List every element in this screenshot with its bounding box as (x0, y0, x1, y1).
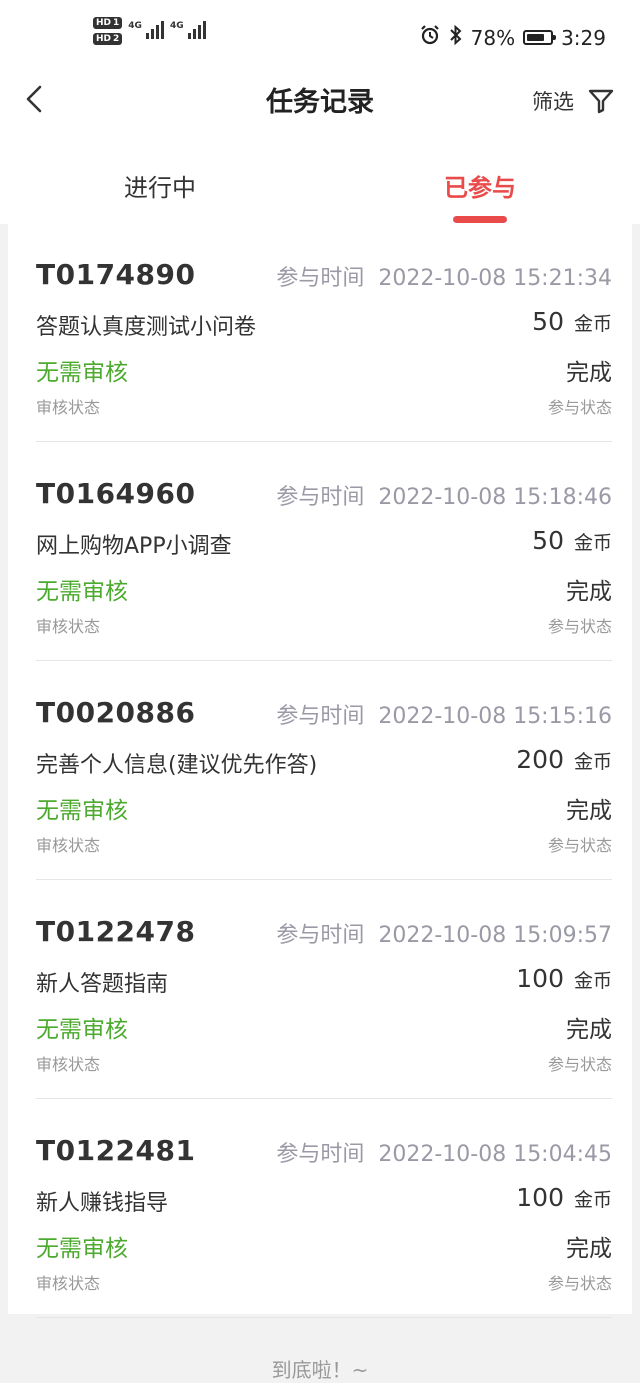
back-button[interactable] (22, 84, 50, 114)
task-id: T0122478 (36, 915, 196, 948)
participation-time: 参与时间 2022-10-08 15:21:34 (276, 266, 612, 291)
review-status-label: 审核状态 (36, 1055, 101, 1074)
task-id: T0164960 (36, 477, 196, 510)
participation-status-value: 完成 (566, 1017, 612, 1043)
review-status-label: 审核状态 (36, 398, 101, 417)
participation-time: 参与时间 2022-10-08 15:15:16 (276, 704, 612, 729)
review-status-value: 无需审核 (36, 798, 128, 824)
review-status-value: 无需审核 (36, 360, 128, 386)
task-title: 答题认真度测试小问卷 (36, 315, 257, 340)
review-status-label: 审核状态 (36, 617, 101, 636)
chevron-left-icon (26, 85, 42, 113)
reward: 200 金币 (516, 745, 612, 774)
review-status-value: 无需审核 (36, 1236, 128, 1262)
task-title: 完善个人信息(建议优先作答) (36, 753, 318, 778)
participation-status-value: 完成 (566, 798, 612, 824)
record-list[interactable]: T0174890 参与时间 2022-10-08 15:21:34 答题认真度测试… (8, 224, 632, 1318)
signal-icon-2: 4G (170, 21, 206, 39)
battery-icon (523, 30, 557, 45)
record-card[interactable]: T0122481 参与时间 2022-10-08 15:04:45 新人赚钱指导 … (36, 1100, 612, 1318)
hd-badge-1: HD 1 (93, 17, 123, 29)
filter-label: 筛选 (532, 90, 574, 114)
participation-status-label: 参与状态 (547, 836, 612, 855)
review-status-label: 审核状态 (36, 1274, 101, 1293)
record-card[interactable]: T0174890 参与时间 2022-10-08 15:21:34 答题认真度测试… (36, 224, 612, 442)
bluetooth-icon (449, 24, 463, 51)
participation-status-label: 参与状态 (547, 1055, 612, 1074)
reward: 50 金币 (532, 307, 612, 336)
filter-button[interactable]: 筛选 (532, 86, 614, 116)
divider (36, 441, 612, 442)
participation-time: 参与时间 2022-10-08 15:18:46 (276, 485, 612, 510)
participation-status-label: 参与状态 (547, 398, 612, 417)
review-status-value: 无需审核 (36, 1017, 128, 1043)
participation-time: 参与时间 2022-10-08 15:09:57 (276, 923, 612, 948)
status-right: 78% 3:29 (419, 24, 606, 51)
record-card[interactable]: T0020886 参与时间 2022-10-08 15:15:16 完善个人信息(… (36, 662, 612, 880)
tab-in-progress[interactable]: 进行中 (124, 168, 196, 203)
participation-status-value: 完成 (566, 579, 612, 605)
task-id: T0174890 (36, 258, 196, 291)
battery-percent: 78% (470, 25, 516, 50)
task-id: T0020886 (36, 696, 196, 729)
reward: 100 金币 (516, 964, 612, 993)
divider (36, 660, 612, 661)
review-status-value: 无需审核 (36, 579, 128, 605)
participation-status-value: 完成 (566, 360, 612, 386)
participation-status-value: 完成 (566, 1236, 612, 1262)
status-bar: HD 1 HD 2 4G 4G 78% 3:29 (0, 0, 640, 72)
filter-icon (588, 89, 614, 114)
tab-participated[interactable]: 已参与 (444, 168, 516, 203)
task-id: T0122481 (36, 1134, 196, 1167)
task-title: 新人赚钱指导 (36, 1191, 169, 1216)
record-card[interactable]: T0122478 参与时间 2022-10-08 15:09:57 新人答题指南 … (36, 881, 612, 1099)
reward: 100 金币 (516, 1183, 612, 1212)
participation-time: 参与时间 2022-10-08 15:04:45 (276, 1142, 612, 1167)
tab-bar: 进行中 已参与 (0, 132, 640, 224)
reward: 50 金币 (532, 526, 612, 555)
divider (36, 1317, 612, 1318)
clock: 3:29 (561, 25, 606, 50)
record-card[interactable]: T0164960 参与时间 2022-10-08 15:18:46 网上购物APP… (36, 443, 612, 661)
tab-indicator (453, 216, 507, 223)
task-title: 网上购物APP小调查 (36, 534, 232, 559)
signal-area: HD 1 HD 2 4G 4G (93, 17, 206, 45)
hd-badge-2: HD 2 (93, 33, 123, 45)
divider (36, 1098, 612, 1099)
nav-bar: 任务记录 筛选 (0, 72, 640, 132)
alarm-icon (419, 24, 441, 51)
signal-icon-1: 4G (128, 21, 164, 39)
participation-status-label: 参与状态 (547, 617, 612, 636)
divider (36, 879, 612, 880)
participation-status-label: 参与状态 (547, 1274, 612, 1293)
review-status-label: 审核状态 (36, 836, 101, 855)
task-title: 新人答题指南 (36, 972, 169, 997)
